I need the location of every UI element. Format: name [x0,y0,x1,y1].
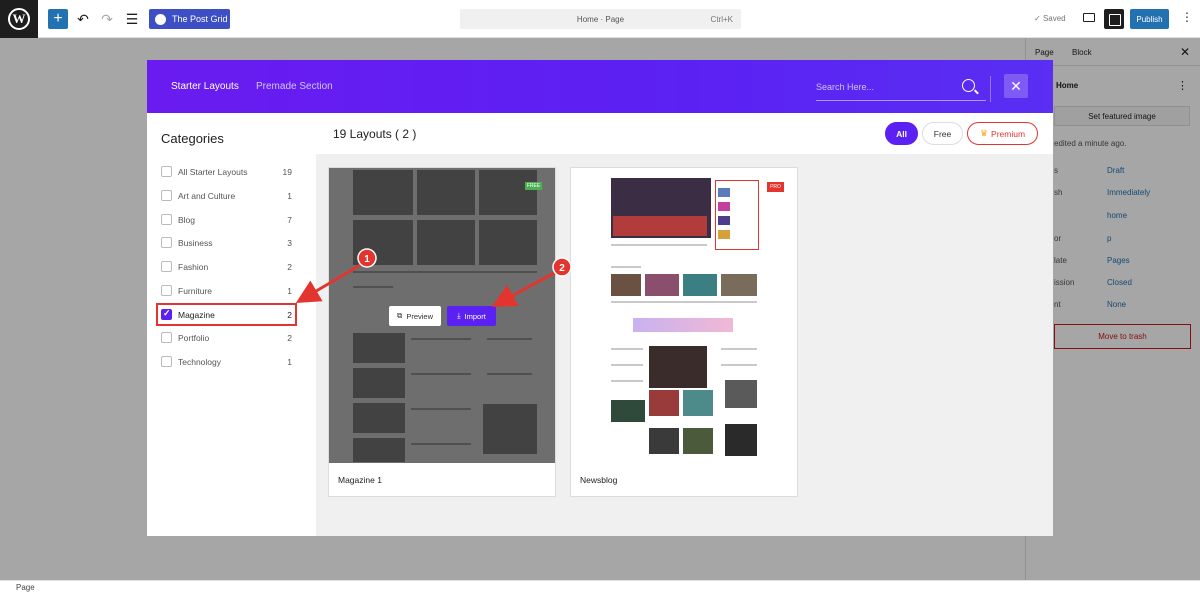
category-label: Fashion [178,262,209,272]
category-label: All Starter Layouts [178,167,248,177]
category-label: Blog [178,215,196,225]
modal-header: Starter Layouts Premade Section Search H… [147,60,1053,113]
category-all-starter-layouts[interactable]: All Starter Layouts 19 [161,163,292,179]
view-icon[interactable] [1083,13,1095,22]
category-checkbox[interactable] [161,332,172,343]
category-count: 7 [287,215,292,225]
post-grid-button[interactable]: The Post Grid [149,9,230,29]
premium-label: Premium [991,128,1026,139]
settings-icon[interactable] [1104,9,1124,29]
layouts-header: 19 Layouts ( 2 ) All Free ♛ Premium [316,113,1053,154]
category-label: Portfolio [178,333,210,343]
category-fashion[interactable]: Fashion 2 [161,258,292,274]
category-checkbox[interactable] [161,356,172,367]
document-overview-icon[interactable]: ☰ [124,9,140,29]
category-count: 2 [287,262,292,272]
layout-thumbnail[interactable]: FREE ⧉ Preview ⤓ Import [329,168,555,463]
saved-status: ✓ Saved [1034,14,1066,23]
category-technology[interactable]: Technology 1 [161,353,292,369]
post-grid-label: The Post Grid [172,14,228,24]
layout-name: Magazine 1 [338,475,382,485]
add-block-button[interactable]: + [48,9,68,29]
category-checkbox[interactable] [161,285,172,296]
publish-button[interactable]: Publish [1130,9,1169,29]
filter-premium-button[interactable]: ♛ Premium [967,122,1038,145]
layouts-count-title: 19 Layouts ( 2 ) [333,127,417,141]
preview-button[interactable]: ⧉ Preview [389,306,441,326]
category-count: 1 [287,286,292,296]
filter-all-button[interactable]: All [885,122,918,145]
category-art-and-culture[interactable]: Art and Culture 1 [161,187,292,203]
import-button[interactable]: ⤓ Import [447,306,496,326]
categories-panel: Categories All Starter Layouts 19 Art and… [147,113,316,536]
document-bar[interactable]: Home · Page Ctrl+K [460,9,741,29]
wordpress-logo-icon[interactable]: W [0,0,38,38]
status-bar: Page [0,580,1200,594]
category-checkbox[interactable] [161,261,172,272]
categories-title: Categories [161,131,224,146]
redo-icon[interactable]: ↷ [100,9,114,29]
document-title: Home · Page [576,14,625,24]
saved-label: Saved [1042,14,1066,23]
category-checkbox[interactable] [161,237,172,248]
more-options-icon[interactable]: ⋮ [1181,10,1193,24]
tab-premade-section[interactable]: Premade Section [256,81,333,92]
category-count: 1 [287,357,292,367]
category-label: Business [178,238,213,248]
category-label: Art and Culture [178,191,236,201]
filter-free-button[interactable]: Free [922,122,963,145]
magazine-highlight-box [156,303,297,326]
category-count: 2 [287,333,292,343]
tab-starter-layouts[interactable]: Starter Layouts [171,81,239,92]
category-portfolio[interactable]: Portfolio 2 [161,329,292,345]
editor-toolbar: W + ↶ ↷ ☰ The Post Grid Home · Page Ctrl… [0,0,1200,38]
layouts-panel: 19 Layouts ( 2 ) All Free ♛ Premium FREE… [316,113,1053,536]
category-count: 1 [287,191,292,201]
layout-card-magazine-1[interactable]: FREE ⧉ Preview ⤓ Import Magazine 1 [328,167,556,497]
category-checkbox[interactable] [161,166,172,177]
category-label: Furniture [178,286,213,296]
undo-icon[interactable]: ↶ [76,9,90,29]
free-badge: FREE [525,182,542,190]
layout-card-newsblog[interactable]: PRO Newsblog [570,167,798,497]
header-divider [990,76,991,102]
category-checkbox[interactable] [161,190,172,201]
command-shortcut: Ctrl+K [710,15,733,24]
preview-label: Preview [406,311,434,321]
import-label: Import [464,311,486,321]
search-input[interactable]: Search Here... [816,71,986,101]
crown-icon: ♛ [979,128,989,138]
pro-badge: PRO [767,182,784,192]
download-icon: ⤓ [457,311,461,320]
post-grid-icon [155,13,166,25]
layout-library-modal: Starter Layouts Premade Section Search H… [147,60,1053,536]
close-modal-button[interactable]: ✕ [1004,74,1028,98]
search-icon[interactable] [962,79,975,92]
category-count: 19 [282,167,292,177]
category-count: 3 [287,238,292,248]
category-blog[interactable]: Blog 7 [161,211,292,227]
category-checkbox[interactable] [161,214,172,225]
layout-name: Newsblog [580,475,618,485]
category-label: Technology [178,357,222,367]
category-business[interactable]: Business 3 [161,234,292,250]
layout-thumbnail[interactable]: PRO [571,168,797,463]
external-link-icon: ⧉ [396,311,403,320]
category-furniture[interactable]: Furniture 1 [161,282,292,298]
